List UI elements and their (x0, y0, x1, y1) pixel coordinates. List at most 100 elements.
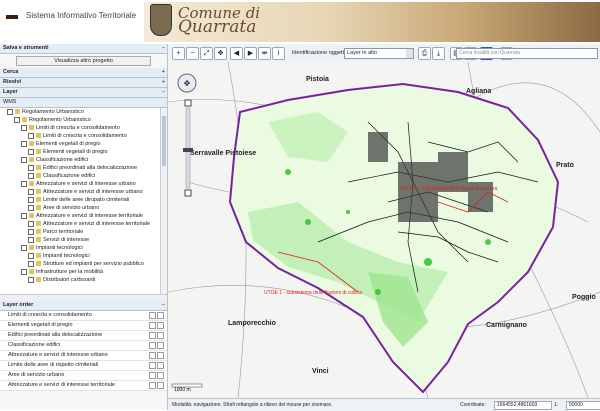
tree-item[interactable]: Infrastrutture per la mobilità (0, 268, 167, 276)
back-icon[interactable]: ◀ (230, 47, 243, 60)
layer-checkbox[interactable] (21, 140, 27, 147)
move-up-icon[interactable] (149, 342, 156, 349)
layer-checkbox[interactable] (21, 244, 27, 251)
layer-order-item[interactable]: Limiti di crescita e consolidamento (0, 311, 167, 321)
layer-checkbox[interactable] (28, 132, 34, 139)
move-up-icon[interactable] (149, 322, 156, 329)
layer-icon (29, 125, 34, 131)
layer-order-buttons[interactable] (148, 382, 164, 393)
tree-item[interactable]: Classificazione edifici (0, 172, 167, 180)
layer-checkbox[interactable] (28, 188, 34, 195)
move-up-icon[interactable] (149, 332, 156, 339)
zoom-full-icon[interactable]: ⤢ (200, 47, 213, 60)
tree-item[interactable]: Distributori carburanti (0, 276, 167, 284)
tree-item[interactable]: Regolamento Urbanistico (0, 108, 167, 116)
layer-checkbox[interactable] (28, 148, 34, 155)
tree-item[interactable]: Strutture ed impianti per servizio pubbl… (0, 260, 167, 268)
move-down-icon[interactable] (157, 312, 164, 319)
layer-order-item[interactable]: Elementi vegetali di pregio (0, 321, 167, 331)
layer-checkbox[interactable] (21, 212, 27, 219)
tree-scrollbar[interactable] (160, 108, 167, 294)
panel-header-layer[interactable]: Layer − (0, 88, 167, 98)
tree-item[interactable]: Parco territoriale (0, 228, 167, 236)
move-down-icon[interactable] (157, 332, 164, 339)
tree-item[interactable]: Classificazione edifici (0, 156, 167, 164)
move-down-icon[interactable] (157, 372, 164, 379)
export-icon[interactable]: ⤓ (432, 47, 445, 60)
zoom-in-icon[interactable]: + (172, 47, 185, 60)
move-up-icon[interactable] (149, 312, 156, 319)
layer-checkbox[interactable] (21, 156, 27, 163)
layer-checkbox[interactable] (28, 220, 34, 227)
move-down-icon[interactable] (157, 382, 164, 389)
layer-order-list: Limiti di crescita e consolidamento Eleme… (0, 311, 167, 391)
measure-icon[interactable]: ⇹ (258, 47, 271, 60)
move-up-icon[interactable] (149, 372, 156, 379)
layer-checkbox[interactable] (28, 164, 34, 171)
layer-checkbox[interactable] (28, 196, 34, 203)
panel-header-risolvi[interactable]: Risolvi + (0, 78, 167, 88)
zoom-out-icon[interactable]: − (186, 47, 199, 60)
layer-checkbox[interactable] (21, 268, 27, 275)
place-poggio: Poggio (572, 294, 596, 301)
tree-item[interactable]: Limite delle aree dirupato cimiteriali (0, 196, 167, 204)
layer-checkbox[interactable] (21, 180, 27, 187)
tree-item[interactable]: Edifici preordinati alla delocalizzazion… (0, 164, 167, 172)
map-view[interactable]: UTOE 2 - subsistema della fascia di pian… (168, 62, 600, 398)
layer-checkbox[interactable] (28, 260, 34, 267)
layer-order-item[interactable]: Attrezzature e servizi di interesse urba… (0, 351, 167, 361)
identify-icon[interactable]: i (272, 47, 285, 60)
tree-item[interactable]: Elementi vegetali di pregio (0, 148, 167, 156)
layer-checkbox[interactable] (28, 204, 34, 211)
tree-item[interactable]: Attrezzature e servizi di interesse terr… (0, 220, 167, 228)
move-down-icon[interactable] (157, 362, 164, 369)
panel-header-layer-order[interactable]: Layer order − (0, 301, 167, 311)
left-panel: Salva e strumenti − Visualizza altro prog… (0, 44, 168, 410)
layer-checkbox[interactable] (28, 172, 34, 179)
location-search-input[interactable]: Cerca località con Quarrata (456, 48, 598, 59)
tree-item[interactable]: Limiti di crescita e consolidamento (0, 132, 167, 140)
identify-layer-select[interactable]: Layer in alto (344, 48, 414, 59)
move-down-icon[interactable] (157, 342, 164, 349)
move-down-icon[interactable] (157, 322, 164, 329)
move-up-icon[interactable] (149, 382, 156, 389)
scale-input[interactable]: 50000 (566, 401, 600, 410)
place-pistoia: Pistoia (306, 76, 329, 83)
layer-order-item[interactable]: Aree di servizio urbano (0, 371, 167, 381)
tree-item[interactable]: Attrezzature e servizi di interesse urba… (0, 188, 167, 196)
panel-header-cerca[interactable]: Cerca + (0, 68, 167, 78)
move-down-icon[interactable] (157, 352, 164, 359)
move-up-icon[interactable] (149, 362, 156, 369)
print-icon[interactable]: ⎙ (418, 47, 431, 60)
layer-checkbox[interactable] (21, 124, 27, 131)
panel-header-wms[interactable]: WMS (0, 98, 167, 108)
panel-header-salva[interactable]: Salva e strumenti − (0, 44, 167, 54)
layer-checkbox[interactable] (28, 228, 34, 235)
layer-order-item[interactable]: Classificazione edifici (0, 341, 167, 351)
layer-order-item[interactable]: Attrezzature e servizi di interesse terr… (0, 381, 167, 391)
move-up-icon[interactable] (149, 352, 156, 359)
layer-checkbox[interactable] (28, 276, 34, 283)
tree-item[interactable]: Elementi vegetali di pregio (0, 140, 167, 148)
tree-item[interactable]: Attrezzature e servizi di interesse urba… (0, 180, 167, 188)
zoom-slider[interactable]: ✥ (174, 70, 200, 200)
forward-icon[interactable]: ▶ (244, 47, 257, 60)
tree-item-label: Regolamento Urbanistico (29, 117, 91, 123)
tree-item[interactable]: Impianti tecnologici (0, 252, 167, 260)
tree-item[interactable]: Limiti di crescita e consolidamento (0, 124, 167, 132)
tree-hscrollbar[interactable] (0, 294, 167, 301)
layer-checkbox[interactable] (28, 236, 34, 243)
tree-item[interactable]: Impianti tecnologici (0, 244, 167, 252)
layer-checkbox[interactable] (14, 116, 20, 123)
tree-item[interactable]: Aree di servizio urbano (0, 204, 167, 212)
layer-order-item[interactable]: Limite delle aree di rispetto cimiterial… (0, 361, 167, 371)
tree-item[interactable]: Servizi di interesse (0, 236, 167, 244)
layer-order-item[interactable]: Edifici preordinati alla delocalizzazion… (0, 331, 167, 341)
pan-icon[interactable]: ✥ (214, 47, 227, 60)
tree-item[interactable]: Attrezzature e servizi di interesse terr… (0, 212, 167, 220)
layer-checkbox[interactable] (7, 108, 13, 115)
layer-icon (15, 109, 20, 115)
view-other-project-button[interactable]: Visualizza altro progetto (16, 56, 151, 66)
layer-checkbox[interactable] (28, 252, 34, 259)
tree-item[interactable]: Regolamento Urbanistico (0, 116, 167, 124)
